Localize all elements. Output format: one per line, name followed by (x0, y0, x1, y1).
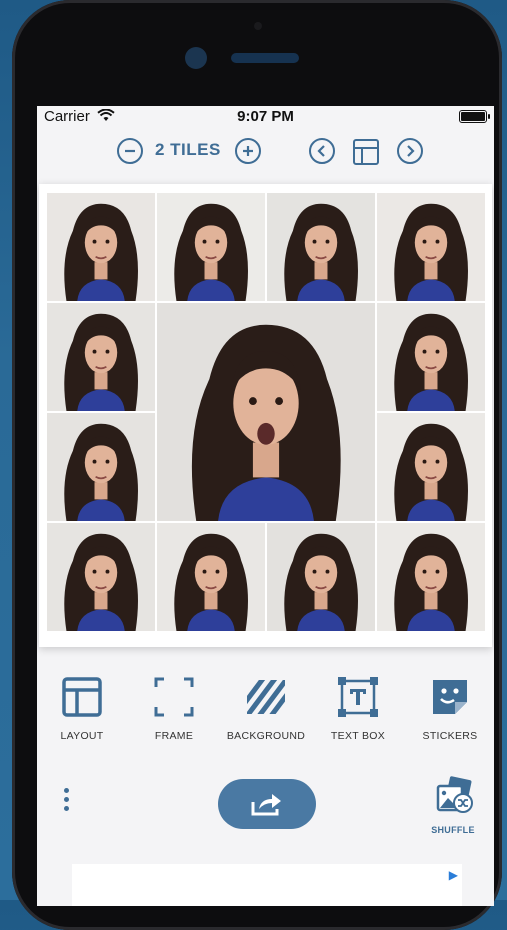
sticker-icon (429, 676, 471, 718)
shuffle-icon (430, 776, 476, 821)
collage-photo-tile[interactable] (47, 523, 155, 631)
status-bar: Carrier 9:07 PM (37, 106, 494, 128)
earpiece-speaker (231, 53, 299, 63)
tool-label: TEXT BOX (330, 730, 386, 742)
collage-canvas[interactable] (39, 184, 492, 647)
portrait-photo (64, 423, 138, 521)
collage-photo-tile[interactable] (377, 193, 485, 301)
portrait-photo (174, 203, 248, 301)
front-camera (185, 47, 207, 69)
portrait-photo (394, 423, 468, 521)
stripes-icon (245, 676, 287, 718)
tool-background[interactable]: BACKGROUND (221, 676, 311, 742)
layout-icon[interactable] (353, 139, 379, 165)
portrait-photo (174, 533, 248, 631)
tiles-count-label: 2 TILES (155, 140, 221, 159)
portrait-photo (64, 203, 138, 301)
collage-photo-tile[interactable] (377, 413, 485, 521)
tool-stickers[interactable]: STICKERS (405, 676, 494, 742)
collage-grid (47, 193, 485, 633)
portrait-photo (191, 324, 341, 521)
portrait-photo (284, 203, 358, 301)
collage-photo-tile[interactable] (157, 523, 265, 631)
text-box-icon (337, 676, 379, 718)
collage-photo-tile[interactable] (267, 193, 375, 301)
app-screen: Carrier 9:07 PM 2 TILES LAYOUT FRAME BAC… (37, 106, 494, 906)
tool-label: LAYOUT (60, 730, 104, 742)
ad-choices-icon[interactable]: ▶ (449, 868, 458, 882)
tool-label: STICKERS (422, 730, 478, 742)
collage-photo-tile[interactable] (47, 193, 155, 301)
layout-icon (61, 676, 103, 718)
tool-text-box[interactable]: TEXT BOX (313, 676, 403, 742)
top-toolbar: 2 TILES (37, 134, 494, 170)
chevron-right-circle-icon[interactable] (397, 138, 423, 164)
portrait-photo (64, 313, 138, 411)
tool-layout[interactable]: LAYOUT (37, 676, 127, 742)
tool-row: LAYOUT FRAME BACKGROUND TEXT BOX STICKER… (37, 676, 494, 756)
tool-frame[interactable]: FRAME (129, 676, 219, 742)
shuffle-button[interactable]: SHUFFLE (423, 776, 483, 835)
chevron-left-circle-icon[interactable] (309, 138, 335, 164)
collage-photo-tile[interactable] (267, 523, 375, 631)
share-icon (251, 792, 283, 821)
portrait-photo (284, 533, 358, 631)
collage-photo-tile[interactable] (377, 523, 485, 631)
collage-photo-tile[interactable] (47, 303, 155, 411)
tool-label: BACKGROUND (226, 730, 306, 742)
share-button[interactable] (218, 779, 316, 829)
portrait-photo (394, 203, 468, 301)
minus-circle-icon[interactable] (117, 138, 143, 164)
collage-photo-tile[interactable] (377, 303, 485, 411)
collage-photo-tile[interactable] (157, 193, 265, 301)
portrait-photo (394, 313, 468, 411)
clock: 9:07 PM (237, 108, 294, 125)
collage-photo-tile[interactable] (47, 413, 155, 521)
proximity-sensor (254, 22, 262, 30)
phone-frame: Carrier 9:07 PM 2 TILES LAYOUT FRAME BAC… (12, 0, 502, 930)
shuffle-label: SHUFFLE (431, 825, 475, 835)
collage-photo-tile[interactable] (157, 303, 375, 521)
more-vertical-icon[interactable] (64, 788, 70, 815)
portrait-photo (394, 533, 468, 631)
battery-icon (459, 110, 490, 123)
frame-icon (153, 676, 195, 718)
plus-circle-icon[interactable] (235, 138, 261, 164)
tool-label: FRAME (154, 730, 194, 742)
portrait-photo (64, 533, 138, 631)
